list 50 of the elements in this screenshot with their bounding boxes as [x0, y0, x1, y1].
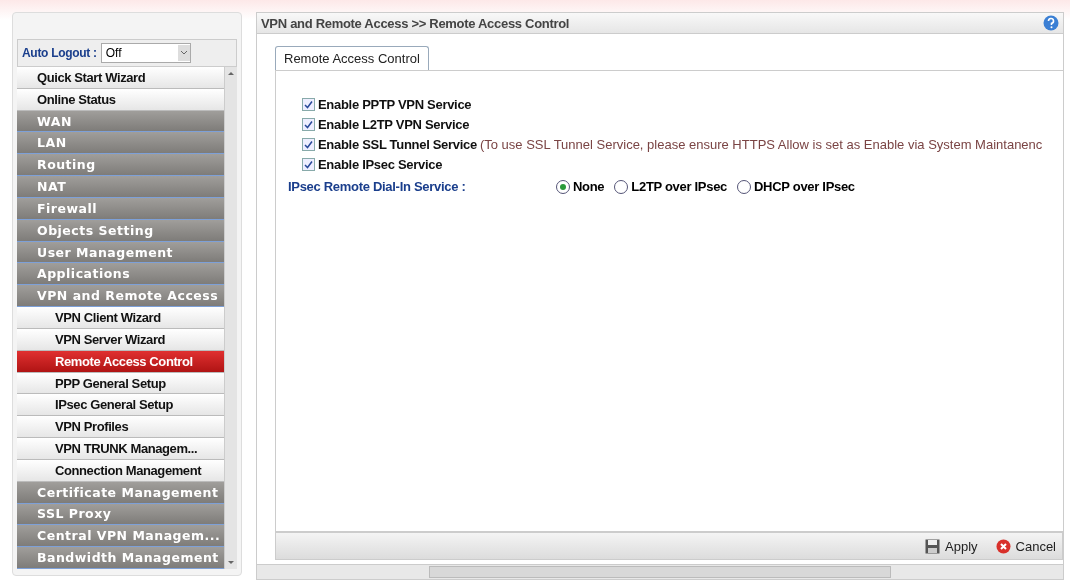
- cancel-button[interactable]: Cancel: [995, 538, 1056, 554]
- radio-label: DHCP over IPsec: [754, 179, 855, 194]
- checkbox[interactable]: [302, 158, 315, 171]
- menu-item[interactable]: Online Status: [17, 88, 224, 111]
- menu-item[interactable]: Routing: [17, 154, 224, 177]
- menu-item[interactable]: Applications: [17, 263, 224, 286]
- close-icon: [995, 538, 1011, 554]
- menu-item[interactable]: User Management: [17, 241, 224, 264]
- note-text: (To use SSL Tunnel Service, please ensure HTTPS Allow is set as Enable via System Maintanenc: [479, 137, 1043, 152]
- menu-item[interactable]: Bandwidth Management: [17, 547, 224, 569]
- breadcrumb: VPN and Remote Access >> Remote Access Control: [261, 15, 570, 31]
- menu-item[interactable]: SSL Proxy: [17, 503, 224, 526]
- menu-item[interactable]: VPN Server Wizard: [17, 328, 224, 351]
- tab[interactable]: Remote Access Control: [275, 46, 429, 70]
- radio-button[interactable]: [737, 179, 752, 194]
- menu-item[interactable]: LAN: [17, 132, 224, 155]
- horizontal-scrollbar[interactable]: [257, 564, 1063, 579]
- menu-item[interactable]: Firewall: [17, 197, 224, 220]
- menu-item[interactable]: PPP General Setup: [17, 372, 224, 395]
- menu-item[interactable]: IPsec General Setup: [17, 394, 224, 417]
- menu-item[interactable]: VPN and Remote Access: [17, 285, 224, 308]
- checkbox-label: Enable SSL Tunnel Service: [318, 137, 477, 152]
- menu-item[interactable]: VPN Profiles: [17, 416, 224, 439]
- checkbox-label: Enable IPsec Service: [318, 157, 443, 172]
- radio-button[interactable]: [556, 179, 570, 194]
- scrollbar[interactable]: [224, 67, 237, 569]
- auto-logout-select[interactable]: Off: [100, 43, 191, 63]
- menu-item[interactable]: VPN Client Wizard: [17, 307, 224, 329]
- menu-item[interactable]: Central VPN Managem...: [17, 525, 224, 548]
- menu-item[interactable]: Objects Setting: [17, 219, 224, 242]
- menu-item[interactable]: Quick Start Wizard: [17, 67, 224, 89]
- auto-logout-label: Auto Logout :: [22, 46, 97, 60]
- checkbox[interactable]: [302, 98, 315, 111]
- menu-item[interactable]: WAN: [17, 110, 224, 133]
- checkbox[interactable]: [302, 138, 315, 151]
- menu-item[interactable]: VPN TRUNK Managem...: [17, 438, 224, 460]
- apply-button[interactable]: Apply: [925, 538, 978, 554]
- checkbox[interactable]: [302, 118, 315, 131]
- radio-label: None: [573, 179, 605, 194]
- radio-button[interactable]: [614, 179, 629, 194]
- caret-icon: [177, 45, 190, 61]
- checkbox-label: Enable PPTP VPN Service: [318, 97, 472, 112]
- field-label: IPsec Remote Dial-In Service :: [288, 179, 467, 194]
- menu-item[interactable]: Connection Management: [17, 459, 224, 482]
- help-icon[interactable]: [1043, 15, 1059, 31]
- radio-label: L2TP over IPsec: [631, 179, 728, 194]
- checkbox-label: Enable L2TP VPN Service: [318, 117, 470, 132]
- menu-item[interactable]: Certificate Management: [17, 481, 224, 504]
- menu-item[interactable]: Remote Access Control: [17, 350, 224, 373]
- menu-item[interactable]: NAT: [17, 176, 224, 198]
